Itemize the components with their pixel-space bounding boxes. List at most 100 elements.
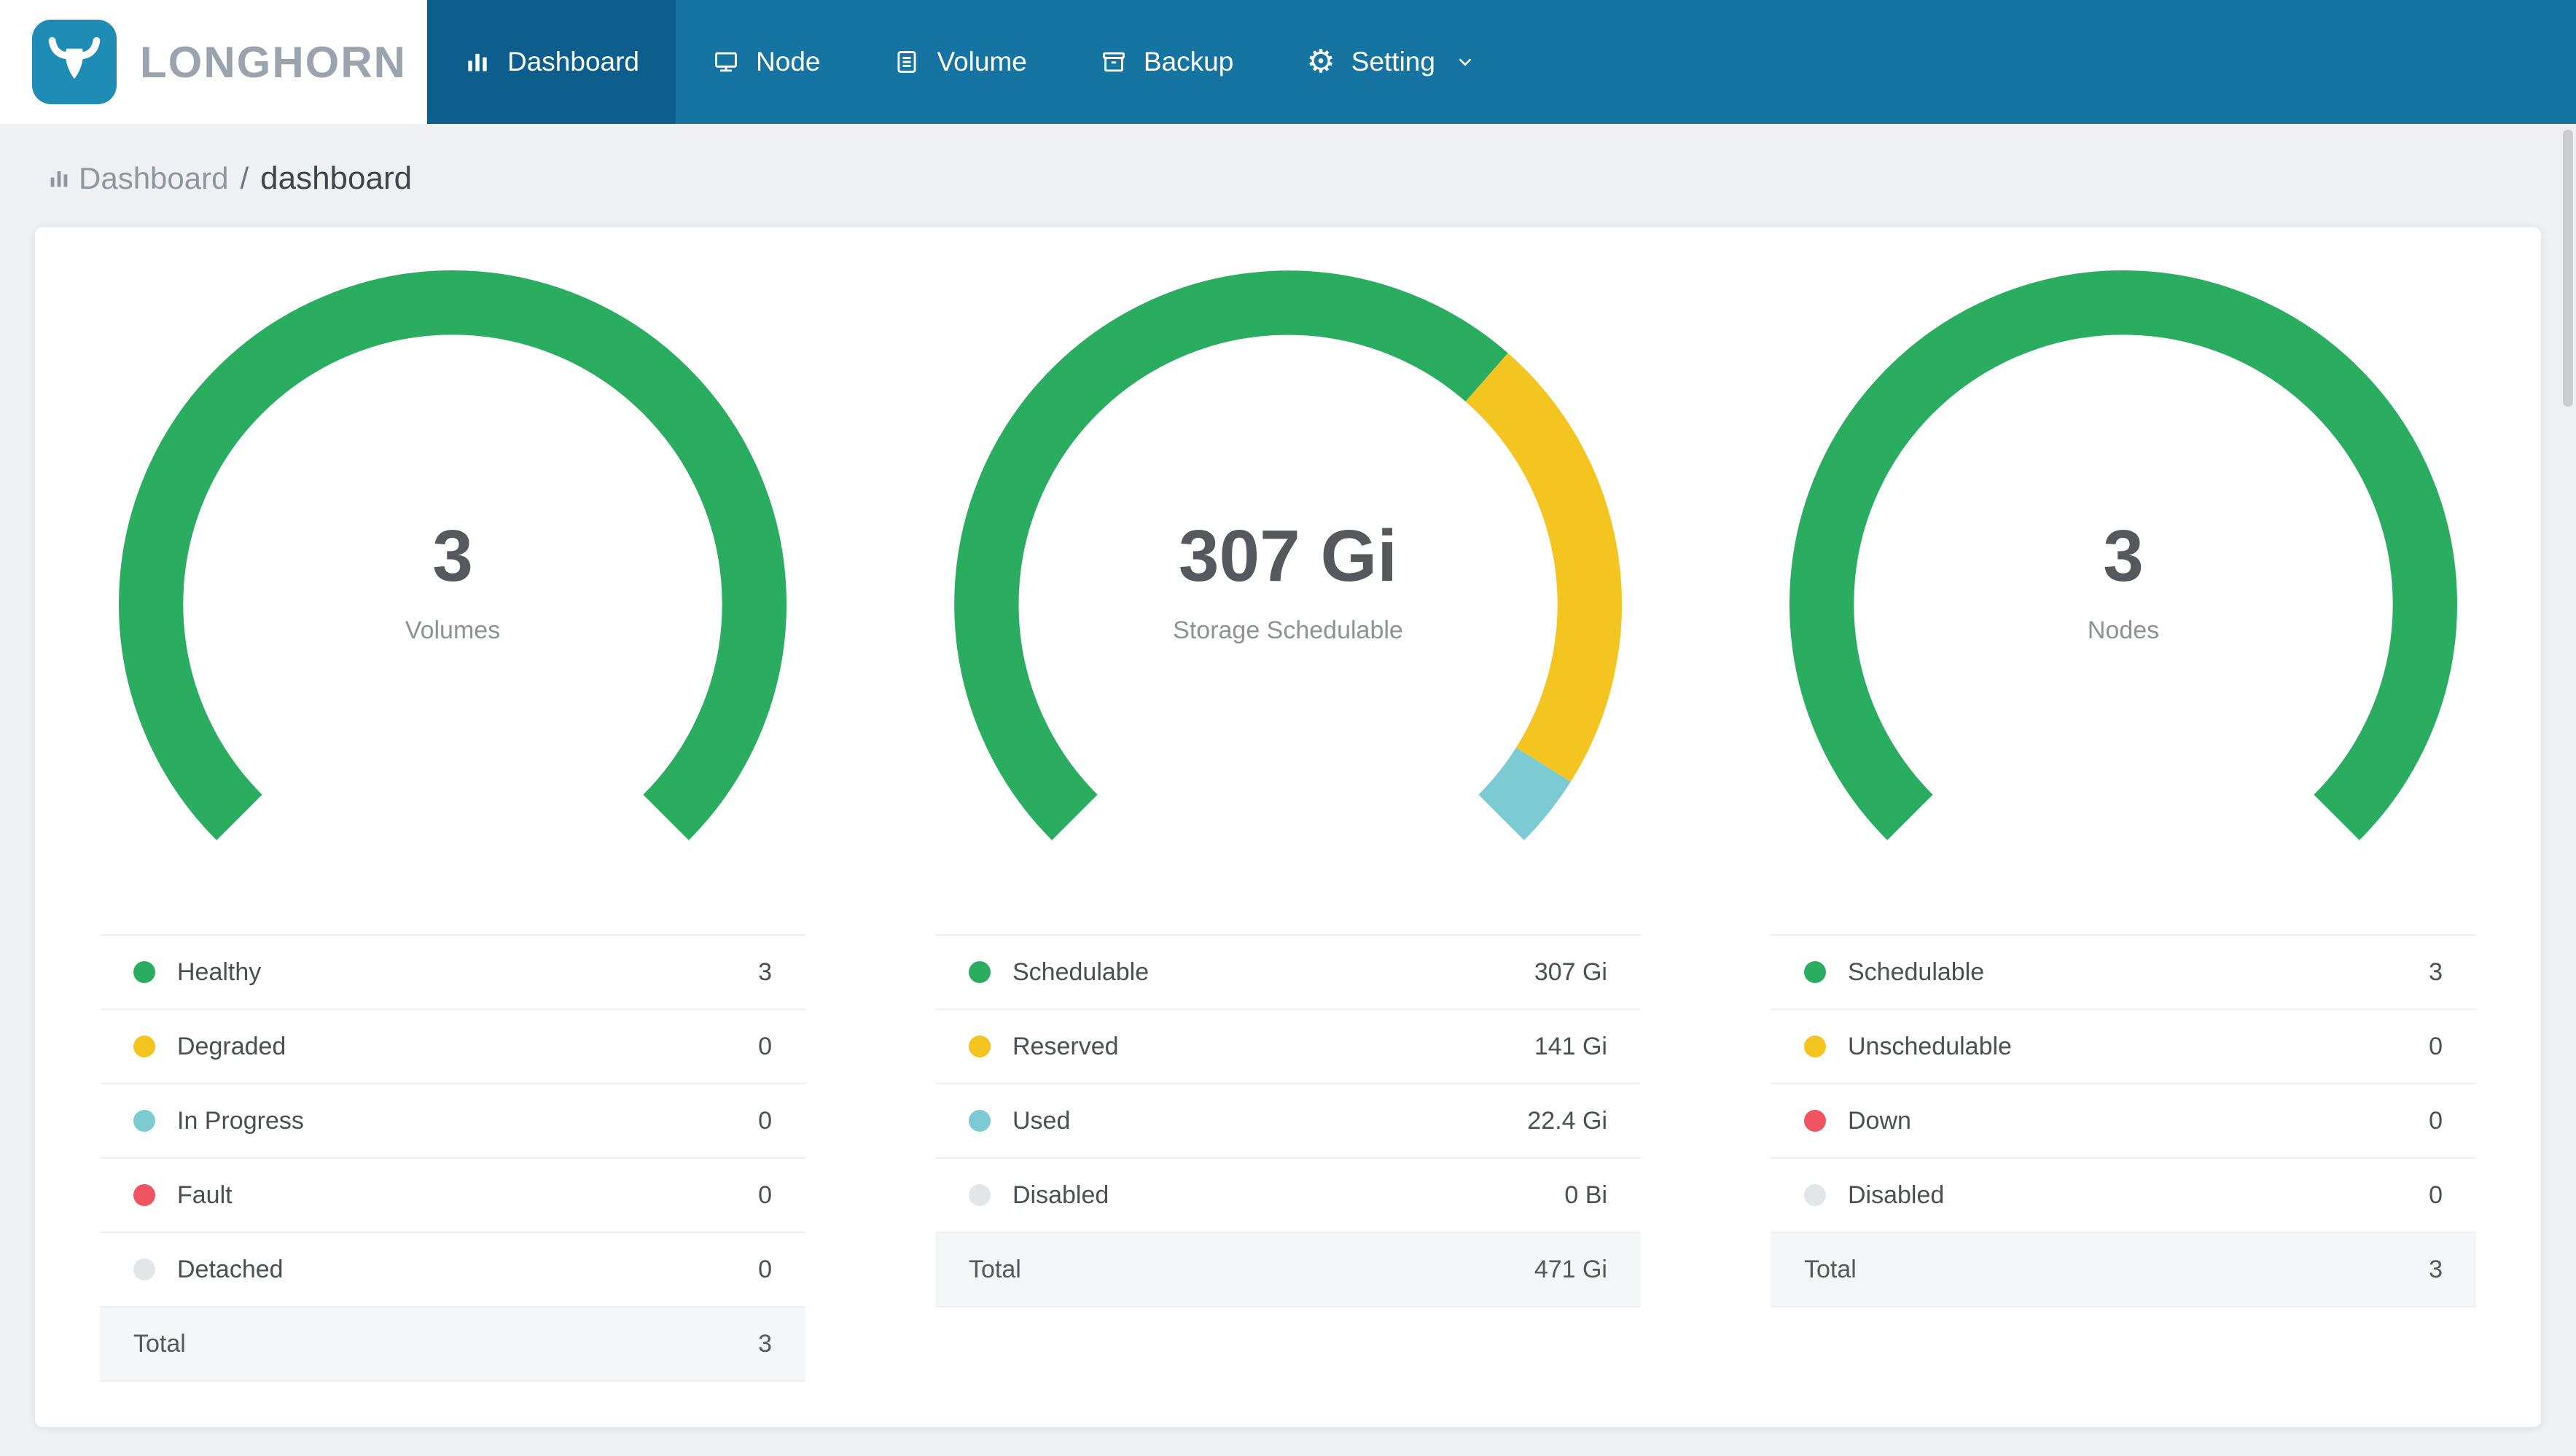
nav-item-label: Node (756, 47, 821, 77)
longhorn-logo (32, 20, 117, 104)
volumes-gauge: 3 Volumes (114, 265, 792, 848)
legend-total-row: Total 471 Gi (935, 1233, 1641, 1307)
legend-label: Schedulable (1848, 958, 1985, 986)
legend-row-healthy: Healthy 3 (100, 936, 805, 1010)
top-navbar: LONGHORN Dashboard Node Volume Backup ⚙ … (0, 0, 2576, 124)
legend-total-label: Total (1804, 1255, 1857, 1283)
setting-icon: ⚙ (1306, 44, 1335, 79)
legend-dot-gray (969, 1184, 991, 1206)
legend-dot-green (1804, 961, 1826, 983)
legend-row-in-progress: In Progress 0 (100, 1084, 805, 1159)
gauge-segment-reserved (1465, 353, 1623, 782)
legend-label: Degraded (177, 1032, 286, 1060)
storage-gauge-ring (954, 270, 1623, 840)
legend-value: 0 (2429, 1032, 2443, 1060)
legend-total-label: Total (969, 1255, 1021, 1283)
breadcrumb-page: dashboard (260, 160, 413, 196)
legend-label: Disabled (1012, 1181, 1109, 1209)
legend-label: Down (1848, 1106, 1911, 1135)
legend-value: 0 Bi (1564, 1181, 1607, 1209)
main-nav: Dashboard Node Volume Backup ⚙ Setting (427, 0, 1513, 124)
brand[interactable]: LONGHORN (0, 0, 427, 124)
gauge-segment-schedulable (1789, 270, 2457, 840)
legend-dot-yellow (133, 1036, 155, 1057)
legend-value: 3 (2429, 958, 2443, 986)
breadcrumb-dashboard-icon (47, 166, 71, 191)
legend-row-reserved: Reserved 141 Gi (935, 1010, 1641, 1084)
legend-dot-teal (133, 1110, 155, 1132)
nodes-legend: Schedulable 3 Unschedulable 0 Down 0 Disabled 0… (1771, 934, 2476, 1307)
node-icon (712, 48, 740, 76)
legend-total-row: Total 3 (100, 1307, 805, 1382)
legend-label: Fault (177, 1181, 233, 1209)
breadcrumb-section[interactable]: Dashboard (79, 161, 228, 196)
scrollbar-thumb[interactable] (2563, 130, 2573, 407)
legend-dot-green (133, 961, 155, 983)
nav-item-volume[interactable]: Volume (856, 0, 1063, 124)
legend-label: Schedulable (1012, 958, 1150, 986)
breadcrumb-separator: / (240, 161, 249, 195)
gauge-segment-healthy (119, 270, 787, 840)
legend-value: 0 (758, 1106, 772, 1135)
legend-label: Unschedulable (1848, 1032, 2012, 1060)
legend-value: 0 (758, 1032, 772, 1060)
legend-row-disabled: Disabled 0 Bi (935, 1159, 1641, 1233)
legend-dot-red (1804, 1110, 1826, 1132)
storage-gauge-panel: 307 Gi Storage Schedulable Schedulable 30… (870, 265, 1706, 1427)
legend-value: 22.4 Gi (1527, 1106, 1607, 1135)
legend-row-detached: Detached 0 (100, 1233, 805, 1307)
legend-total-label: Total (133, 1329, 186, 1358)
brand-name: LONGHORN (140, 37, 407, 87)
legend-value: 0 (2429, 1181, 2443, 1209)
legend-total-value: 3 (2429, 1255, 2443, 1283)
legend-row-disabled: Disabled 0 (1771, 1159, 2476, 1233)
bull-icon (48, 36, 101, 79)
gauge-segment-schedulable (954, 270, 1508, 840)
legend-dot-gray (133, 1259, 155, 1280)
dashboard-icon (464, 48, 491, 76)
backup-icon (1100, 48, 1128, 76)
legend-dot-gray (1804, 1184, 1826, 1206)
chevron-down-icon (1454, 51, 1476, 73)
legend-row-schedulable: Schedulable 307 Gi (935, 936, 1641, 1010)
legend-label: In Progress (177, 1106, 304, 1135)
legend-dot-green (969, 961, 991, 983)
storage-legend: Schedulable 307 Gi Reserved 141 Gi Used 22.4 … (935, 934, 1641, 1307)
legend-value: 3 (758, 958, 772, 986)
legend-dot-teal (969, 1110, 991, 1132)
legend-value: 307 Gi (1534, 958, 1607, 986)
nodes-gauge-panel: 3 Nodes Schedulable 3 Unschedulable 0 Down 0 D… (1706, 265, 2541, 1427)
legend-label: Healthy (177, 958, 262, 986)
legend-value: 0 (758, 1181, 772, 1209)
nav-item-node[interactable]: Node (676, 0, 856, 124)
nav-item-backup[interactable]: Backup (1063, 0, 1270, 124)
volumes-gauge-ring (119, 270, 787, 840)
legend-total-value: 471 Gi (1534, 1255, 1607, 1283)
legend-total-row: Total 3 (1771, 1233, 2476, 1307)
nav-item-label: Dashboard (507, 47, 640, 77)
nav-item-setting[interactable]: ⚙ Setting (1270, 0, 1513, 124)
nav-item-label: Volume (937, 47, 1027, 77)
nodes-gauge: 3 Nodes (1784, 265, 2462, 848)
legend-label: Reserved (1012, 1032, 1119, 1060)
breadcrumb: Dashboard / dashboard (0, 124, 2576, 197)
gauge-segment-used (1478, 747, 1571, 840)
legend-row-unschedulable: Unschedulable 0 (1771, 1010, 2476, 1084)
volumes-legend: Healthy 3 Degraded 0 In Progress 0 Fault 0 Detac… (100, 934, 805, 1382)
legend-dot-yellow (969, 1036, 991, 1057)
nodes-gauge-ring (1789, 270, 2457, 840)
nav-item-dashboard[interactable]: Dashboard (427, 0, 676, 124)
legend-dot-red (133, 1184, 155, 1206)
legend-row-down: Down 0 (1771, 1084, 2476, 1159)
legend-label: Disabled (1848, 1181, 1945, 1209)
legend-label: Used (1012, 1106, 1071, 1135)
legend-value: 141 Gi (1534, 1032, 1607, 1060)
nav-item-label: Backup (1143, 47, 1234, 77)
legend-total-value: 3 (758, 1329, 772, 1358)
legend-row-fault: Fault 0 (100, 1159, 805, 1233)
legend-row-schedulable: Schedulable 3 (1771, 936, 2476, 1010)
dashboard-card: 3 Volumes Healthy 3 Degraded 0 In Progress 0 F… (35, 227, 2541, 1427)
volume-icon (893, 48, 921, 76)
legend-value: 0 (2429, 1106, 2443, 1135)
legend-row-used: Used 22.4 Gi (935, 1084, 1641, 1159)
